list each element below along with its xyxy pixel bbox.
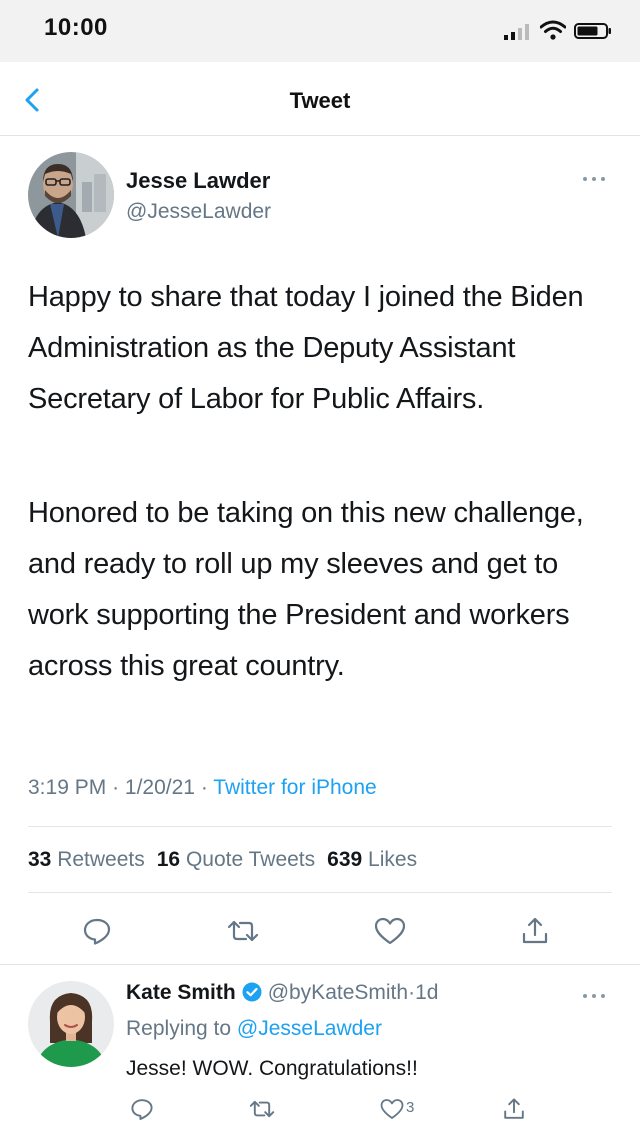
reply-like-button[interactable]: 3 <box>380 1097 430 1121</box>
quote-tweets-count: 16 <box>156 848 181 871</box>
replying-to: Replying to @JesseLawder <box>126 1017 382 1041</box>
author-avatar[interactable] <box>28 152 114 238</box>
tweet-date: 1/20/21 <box>124 776 195 799</box>
like-button[interactable] <box>374 916 406 946</box>
wifi-icon <box>540 20 566 40</box>
verified-badge-icon <box>242 982 262 1002</box>
reply-author-name[interactable]: Kate Smith <box>126 981 236 1004</box>
heart-icon <box>374 917 406 945</box>
reply-icon <box>131 1099 153 1120</box>
more-horizontal-icon <box>583 177 605 181</box>
retweet-icon <box>227 920 259 942</box>
share-button[interactable] <box>520 916 550 946</box>
cellular-signal-icon <box>504 24 529 40</box>
battery-icon <box>574 23 611 39</box>
tweet-time: 3:19 PM <box>28 776 107 799</box>
quote-tweets-stat[interactable]: 16 Quote Tweets <box>157 848 315 871</box>
reply-like-count: 3 <box>406 1099 415 1116</box>
author-avatar-image <box>28 152 114 238</box>
nav-bar: Tweet <box>0 62 640 136</box>
reply-header: Kate Smith @byKateSmith·1d <box>126 981 438 1005</box>
reply-reply-button[interactable] <box>130 1097 154 1121</box>
status-icons <box>504 16 614 44</box>
status-bar: 10:00 <box>0 0 640 62</box>
more-horizontal-icon <box>583 994 605 998</box>
reply-share-button[interactable] <box>502 1097 526 1121</box>
retweet-icon <box>249 1100 275 1118</box>
reply-button[interactable] <box>82 916 112 946</box>
reply-text: Jesse! WOW. Congratulations!! <box>126 1057 418 1080</box>
author-handle[interactable]: @JesseLawder <box>126 200 271 224</box>
likes-count: 639 <box>327 848 363 871</box>
tweet-stats: 33 Retweets 16 Quote Tweets 639 Likes <box>28 848 417 872</box>
tweet-text-paragraph-2: Honored to be taking on this new challen… <box>28 497 584 682</box>
retweets-count: 33 <box>28 848 52 871</box>
retweet-button[interactable] <box>226 916 259 946</box>
quote-tweets-label: Quote Tweets <box>185 848 316 871</box>
more-options-button[interactable] <box>580 172 608 184</box>
meta-separator: · <box>112 776 120 799</box>
likes-label: Likes <box>368 848 418 871</box>
reply-author-handle[interactable]: @byKateSmith <box>268 981 408 1004</box>
reply-author-avatar[interactable] <box>28 981 114 1067</box>
retweets-label: Retweets <box>57 848 145 871</box>
reply-age: 1d <box>415 981 439 1004</box>
reply-more-options-button[interactable] <box>580 989 608 1001</box>
retweets-stat[interactable]: 33 Retweets <box>28 848 145 871</box>
likes-stat[interactable]: 639 Likes <box>327 848 417 871</box>
tweet-source-link[interactable]: Twitter for iPhone <box>213 776 376 799</box>
meta-separator: · <box>200 776 208 799</box>
share-icon <box>504 1098 524 1119</box>
reply-tweet[interactable]: Kate Smith @byKateSmith·1d Replying to @J… <box>0 965 640 1139</box>
reply-retweet-button[interactable] <box>248 1097 276 1121</box>
divider <box>28 826 612 827</box>
author-name[interactable]: Jesse Lawder <box>126 168 270 194</box>
replying-to-handle-link[interactable]: @JesseLawder <box>237 1017 382 1040</box>
divider <box>28 892 612 893</box>
reply-icon <box>83 918 111 945</box>
status-time: 10:00 <box>44 14 108 41</box>
tweet-actions <box>0 916 640 966</box>
page-title: Tweet <box>289 88 351 113</box>
reply-actions: 3 <box>0 1097 640 1127</box>
share-icon <box>522 917 548 944</box>
tweet-meta: 3:19 PM · 1/20/21 · Twitter for iPhone <box>28 776 377 800</box>
replying-prefix: Replying to <box>126 1017 232 1040</box>
heart-icon <box>380 1099 404 1119</box>
tweet-text-paragraph-1: Happy to share that today I joined the B… <box>28 281 584 415</box>
reply-avatar-image <box>28 981 114 1067</box>
